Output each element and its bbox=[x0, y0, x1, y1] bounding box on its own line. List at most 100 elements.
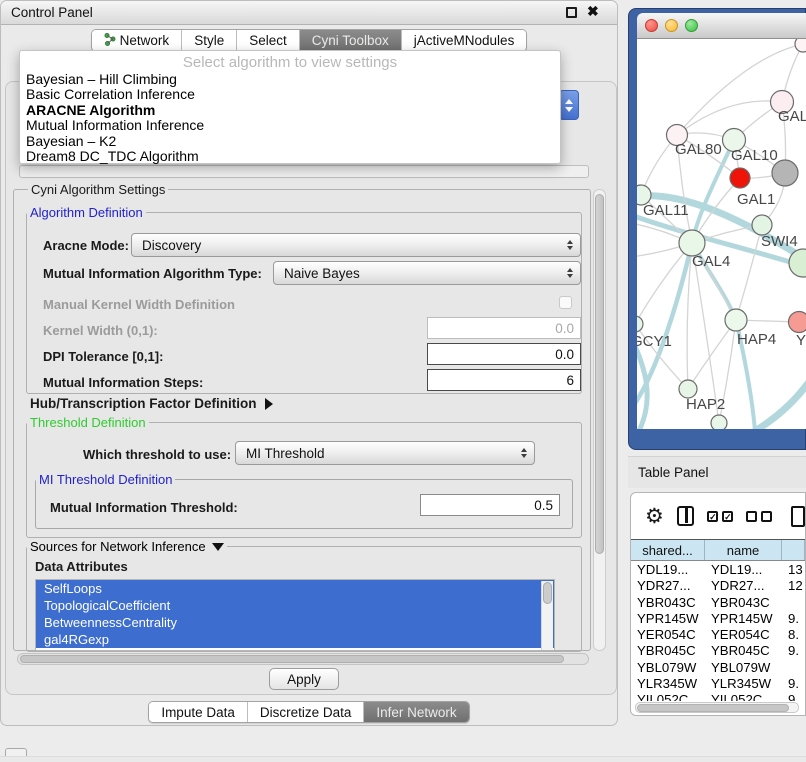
mi-algorithm-type-value: Naive Bayes bbox=[284, 266, 360, 281]
network-edge[interactable] bbox=[637, 337, 647, 429]
mi-threshold-field[interactable]: 0.5 bbox=[420, 494, 560, 516]
close-icon[interactable]: ✖ bbox=[587, 3, 599, 20]
algorithm-option[interactable]: Basic Correlation Inference bbox=[25, 87, 555, 102]
gear-icon[interactable]: ⚙ bbox=[645, 506, 664, 527]
data-attribute-item[interactable]: TopologicalCoefficient bbox=[36, 597, 554, 614]
tab-label: Infer Network bbox=[376, 705, 456, 720]
control-panel-titlebar: Control Panel ✖ bbox=[1, 1, 617, 25]
mi-steps-field[interactable]: 6 bbox=[427, 369, 581, 391]
table-row[interactable]: YDR27...YDR27...12 bbox=[631, 578, 805, 594]
node-label: GAL80 bbox=[675, 141, 722, 158]
tab-label: Select bbox=[249, 33, 287, 48]
table-row[interactable]: YER054CYER054C8. bbox=[631, 627, 805, 643]
table-cell: YDL19... bbox=[631, 562, 705, 578]
algorithm-option[interactable]: Bayesian – Hill Climbing bbox=[25, 72, 555, 87]
settings-group-title: Cyni Algorithm Settings bbox=[28, 182, 168, 197]
settings-vertical-scrollbar-thumb[interactable] bbox=[595, 194, 604, 554]
node-hap4[interactable] bbox=[725, 309, 747, 331]
algorithm-option[interactable]: Mutual Information Inference bbox=[25, 118, 555, 133]
mi-algorithm-type-select[interactable]: Naive Bayes bbox=[273, 261, 581, 285]
combo-arrows-icon bbox=[567, 234, 573, 256]
table-cell: 12 bbox=[782, 578, 805, 594]
attributes-scrollbar-thumb[interactable] bbox=[543, 582, 552, 604]
spinner-up-icon bbox=[565, 99, 573, 104]
algorithm-option[interactable]: Dream8 DC_TDC Algorithm bbox=[25, 149, 555, 164]
node-gal1[interactable] bbox=[730, 168, 750, 188]
table-row[interactable]: YDL19...YDL19...13 bbox=[631, 562, 805, 578]
threshold-definition-title: Threshold Definition bbox=[27, 415, 149, 430]
data-attribute-item[interactable]: gal4RGexp bbox=[36, 631, 554, 648]
table-cell: 9. bbox=[782, 676, 805, 692]
dpi-tolerance-field[interactable]: 0.0 bbox=[427, 343, 581, 365]
table-row[interactable]: YBL079WYBL079W bbox=[631, 660, 805, 676]
manual-kernel-width-checkbox[interactable] bbox=[559, 296, 572, 309]
aracne-mode-select[interactable]: Discovery bbox=[131, 233, 581, 257]
tab-impute-data[interactable]: Impute Data bbox=[149, 702, 247, 722]
tab-label: Impute Data bbox=[161, 705, 235, 720]
settings-horizontal-scrollbar[interactable] bbox=[17, 653, 589, 665]
network-edge[interactable] bbox=[736, 225, 762, 320]
algorithm-dropdown-prompt: Select algorithm to view settings bbox=[20, 54, 560, 71]
tab-jactivemnodules[interactable]: jActiveMNodules bbox=[401, 30, 527, 51]
algorithm-option[interactable]: Bayesian – K2 bbox=[25, 134, 555, 149]
float-window-icon[interactable] bbox=[566, 7, 577, 18]
node-label: GAL11 bbox=[643, 202, 689, 219]
traffic-light-minimize-icon[interactable] bbox=[665, 19, 678, 32]
table-row[interactable]: YBR045CYBR045C9. bbox=[631, 643, 805, 659]
tab-style[interactable]: Style bbox=[181, 30, 236, 51]
network-canvas[interactable]: GALGAL80GAL10GAL1GAL11SWI4GAL4GCY1HAP4YH… bbox=[637, 39, 806, 429]
hub-transcription-factor-section[interactable]: Hub/Transcription Factor Definition bbox=[30, 396, 273, 411]
deselect-all-checkboxes-icon[interactable] bbox=[746, 511, 772, 522]
node-partial-top[interactable] bbox=[795, 39, 806, 52]
node-label: SWI4 bbox=[761, 233, 798, 250]
algorithm-option[interactable]: ARACNE Algorithm bbox=[25, 103, 555, 118]
apply-button[interactable]: Apply bbox=[269, 668, 339, 690]
algorithm-definition-group: Algorithm Definition Aracne Mode: Discov… bbox=[26, 212, 582, 394]
tab-infer-network[interactable]: Infer Network bbox=[363, 702, 468, 722]
data-attribute-item[interactable]: SelfLoops bbox=[36, 580, 554, 597]
table-cell: YIL052C bbox=[705, 692, 782, 701]
network-edge[interactable] bbox=[688, 320, 736, 389]
traffic-light-close-icon[interactable] bbox=[645, 19, 658, 32]
algorithm-definition-title: Algorithm Definition bbox=[27, 205, 146, 220]
column-header[interactable]: shared... bbox=[631, 540, 705, 560]
sources-group-header[interactable]: Sources for Network Inference bbox=[27, 539, 227, 554]
table-cell: YBR045C bbox=[705, 643, 782, 659]
table-cell: 8. bbox=[782, 627, 805, 643]
column-header[interactable]: name bbox=[705, 540, 782, 560]
table-row[interactable]: YIL052CYIL052C9 bbox=[631, 692, 805, 701]
table-horizontal-scrollbar[interactable] bbox=[635, 702, 799, 713]
column-header[interactable] bbox=[782, 540, 805, 560]
data-attributes-list: SelfLoopsTopologicalCoefficientBetweenne… bbox=[35, 579, 555, 651]
node-gcy1[interactable] bbox=[637, 316, 643, 332]
tab-network[interactable]: Network bbox=[92, 30, 182, 51]
which-threshold-select[interactable]: MI Threshold bbox=[235, 441, 535, 465]
page-icon[interactable] bbox=[791, 506, 805, 527]
table-row[interactable]: YBR043CYBR043C bbox=[631, 595, 805, 611]
tab-discretize-data[interactable]: Discretize Data bbox=[247, 702, 364, 722]
hidden-combobox-edge bbox=[19, 165, 589, 178]
table-header-row: shared...name bbox=[631, 539, 805, 561]
node-swi4[interactable] bbox=[752, 215, 772, 235]
columns-icon[interactable] bbox=[677, 506, 694, 526]
aracne-mode-label: Aracne Mode: bbox=[43, 238, 129, 253]
table-row[interactable]: YPR145WYPR145W9. bbox=[631, 611, 805, 627]
data-attribute-item[interactable]: BetweennessCentrality bbox=[36, 614, 554, 631]
select-all-checkboxes-icon[interactable]: ✓✓ bbox=[707, 511, 733, 522]
settings-vertical-scrollbar[interactable] bbox=[593, 189, 606, 651]
network-edge[interactable] bbox=[755, 373, 806, 429]
node-salmon[interactable] bbox=[789, 312, 806, 333]
node-label: GAL4 bbox=[692, 253, 730, 270]
table-horizontal-scrollbar-thumb[interactable] bbox=[637, 704, 789, 712]
traffic-light-zoom-icon[interactable] bbox=[685, 19, 698, 32]
settings-horizontal-scrollbar-thumb[interactable] bbox=[20, 655, 564, 663]
tab-select[interactable]: Select bbox=[236, 30, 299, 51]
attributes-scrollbar[interactable] bbox=[541, 581, 553, 651]
table-cell bbox=[782, 595, 805, 611]
kernel-width-field[interactable]: 0.0 bbox=[427, 317, 581, 339]
sources-group-title: Sources for Network Inference bbox=[30, 539, 206, 554]
node-bottom[interactable] bbox=[711, 415, 727, 429]
algorithm-combobox-spinner[interactable] bbox=[559, 90, 579, 120]
table-row[interactable]: YLR345WYLR345W9. bbox=[631, 676, 805, 692]
tab-cyni-toolbox[interactable]: Cyni Toolbox bbox=[299, 30, 401, 51]
